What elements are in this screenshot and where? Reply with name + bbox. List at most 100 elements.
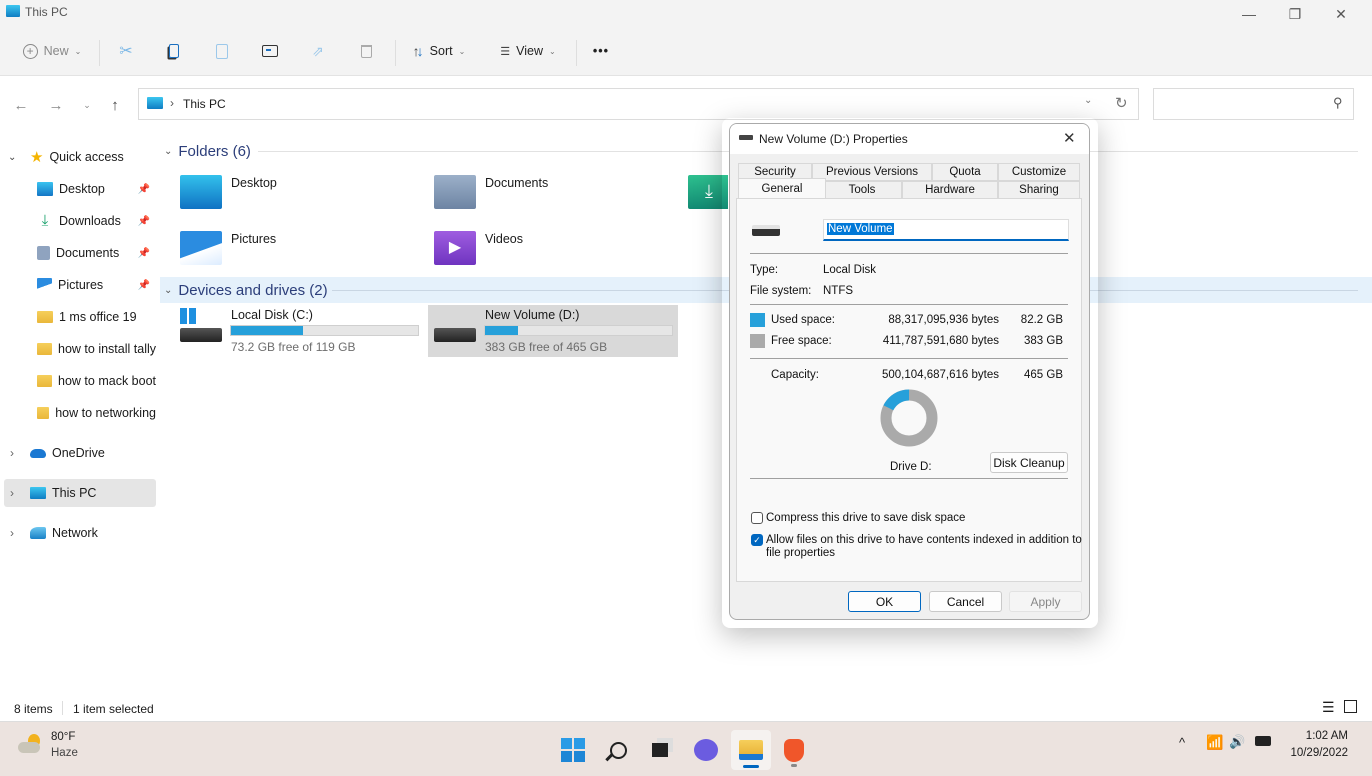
sidebar-item-label: how to networking: [55, 406, 156, 420]
volume-icon[interactable]: 🔊: [1229, 734, 1245, 750]
sidebar-item-this-pc[interactable]: › This PC: [4, 479, 156, 507]
copy-button[interactable]: [160, 36, 188, 66]
compress-drive-label[interactable]: Compress this drive to save disk space: [766, 512, 965, 524]
folder-tile-desktop[interactable]: Desktop: [160, 172, 410, 224]
dialog-title-bar[interactable]: New Volume (D:) Properties ✕: [730, 124, 1089, 154]
dialog-title: New Volume (D:) Properties: [759, 132, 908, 146]
weather-widget[interactable]: [18, 732, 44, 754]
sidebar-item-desktop[interactable]: Desktop 📌: [0, 175, 156, 203]
recent-locations-button[interactable]: ⌄: [76, 94, 98, 116]
sidebar-item-recent-folder[interactable]: how to install tally: [0, 335, 156, 363]
drive-icon: [739, 135, 753, 140]
maximize-button[interactable]: ❐: [1272, 0, 1318, 28]
up-button[interactable]: ↑: [104, 94, 126, 116]
weather-temperature[interactable]: 80°F: [51, 731, 75, 743]
this-pc-icon: [6, 5, 20, 17]
sidebar-item-onedrive[interactable]: › OneDrive: [0, 439, 156, 467]
tab-hardware[interactable]: Hardware: [902, 181, 998, 199]
refresh-icon[interactable]: ↻: [1115, 94, 1128, 112]
folder-tile-downloads[interactable]: ⤓: [668, 172, 728, 224]
weather-description[interactable]: Haze: [51, 747, 78, 759]
sidebar-item-downloads[interactable]: ⤓ Downloads 📌: [0, 207, 156, 235]
clock-date[interactable]: 10/29/2022: [1280, 747, 1348, 759]
apply-button[interactable]: Apply: [1009, 591, 1082, 612]
this-pc-icon: [147, 97, 163, 109]
paste-button[interactable]: [208, 36, 236, 66]
running-app-indicator: [791, 764, 797, 767]
folder-tile-documents[interactable]: Documents: [414, 172, 664, 224]
folder-tile-pictures[interactable]: Pictures: [160, 228, 410, 280]
dialog-close-button[interactable]: ✕: [1063, 129, 1076, 147]
used-space-bytes: 88,317,095,936 bytes: [888, 314, 999, 326]
allow-indexing-label[interactable]: Allow files on this drive to have conten…: [766, 534, 1082, 546]
tab-quota[interactable]: Quota: [932, 163, 998, 181]
more-options-button[interactable]: •••: [586, 36, 616, 66]
start-button[interactable]: [553, 730, 593, 770]
new-button[interactable]: + New ⌄: [18, 36, 86, 66]
free-space-gb: 383 GB: [1024, 335, 1063, 347]
folder-icon: [37, 375, 53, 387]
window-title: This PC: [25, 5, 68, 19]
used-space-gb: 82.2 GB: [1020, 314, 1063, 326]
onedrive-cloud-icon: [30, 448, 46, 458]
sort-button[interactable]: ↑↓ Sort ⌄: [406, 36, 472, 66]
drive-tile-c[interactable]: Local Disk (C:) 73.2 GB free of 119 GB: [174, 306, 424, 358]
file-explorer-button[interactable]: [731, 730, 771, 770]
folder-tile-videos[interactable]: ▶ Videos: [414, 228, 664, 280]
sidebar-item-pictures[interactable]: Pictures 📌: [0, 271, 156, 299]
task-view-button[interactable]: [640, 730, 680, 770]
chat-button[interactable]: [686, 730, 726, 770]
close-button[interactable]: ✕: [1318, 0, 1364, 28]
minimize-button[interactable]: —: [1226, 0, 1272, 28]
tab-tools[interactable]: Tools: [822, 181, 902, 199]
brave-browser-button[interactable]: [774, 730, 814, 770]
sidebar-item-documents[interactable]: Documents 📌: [0, 239, 156, 267]
allow-indexing-label-continued[interactable]: file properties: [766, 547, 835, 559]
tab-customize[interactable]: Customize: [998, 163, 1080, 181]
separator: [62, 701, 63, 715]
search-input[interactable]: ⚲: [1153, 88, 1354, 120]
view-button[interactable]: ☰ View ⌄: [492, 36, 564, 66]
delete-icon: [360, 44, 372, 58]
cut-button[interactable]: ✂: [112, 36, 140, 66]
address-bar[interactable]: › This PC ⌄ ↻: [138, 88, 1139, 120]
sidebar-item-recent-folder[interactable]: how to networking: [0, 399, 156, 427]
back-button[interactable]: ←: [10, 94, 32, 116]
tiles-view-icon[interactable]: [1344, 700, 1357, 713]
battery-charging-icon[interactable]: [1255, 736, 1271, 746]
view-icon: ☰: [500, 45, 511, 58]
cancel-button[interactable]: Cancel: [929, 591, 1002, 612]
tab-sharing[interactable]: Sharing: [998, 181, 1080, 199]
drives-group-title: Devices and drives (2): [178, 281, 328, 299]
drive-tile-d[interactable]: New Volume (D:) 383 GB free of 465 GB: [428, 305, 678, 357]
sidebar-item-recent-folder[interactable]: how to mack boot: [0, 367, 156, 395]
clock-time[interactable]: 1:02 AM: [1290, 730, 1348, 742]
breadcrumb-this-pc[interactable]: This PC: [183, 97, 226, 111]
tray-overflow-chevron-icon[interactable]: ^: [1179, 735, 1185, 750]
divider: [750, 253, 1068, 254]
sidebar-item-quick-access[interactable]: ⌄ ★ Quick access: [0, 143, 156, 171]
folder-label: Pictures: [231, 232, 277, 246]
volume-name-input[interactable]: New Volume: [823, 219, 1069, 241]
folders-group-header[interactable]: ⌄ Folders (6): [164, 138, 251, 164]
delete-button[interactable]: [352, 36, 380, 66]
allow-indexing-checkbox[interactable]: ✓: [751, 534, 763, 546]
rename-button[interactable]: [256, 36, 284, 66]
details-view-icon[interactable]: ☰: [1322, 699, 1335, 716]
forward-button[interactable]: →: [45, 94, 67, 116]
wifi-icon[interactable]: 📶: [1206, 734, 1223, 751]
share-button[interactable]: ⇗: [304, 36, 332, 66]
sidebar-item-label: This PC: [52, 486, 97, 500]
sidebar-item-network[interactable]: › Network: [0, 519, 156, 547]
ok-button[interactable]: OK: [848, 591, 921, 612]
address-dropdown-chevron-icon[interactable]: ⌄: [1084, 95, 1092, 106]
search-button[interactable]: [598, 730, 638, 770]
drives-group-header[interactable]: ⌄ Devices and drives (2): [164, 277, 328, 303]
sidebar-item-recent-folder[interactable]: 1 ms office 19: [0, 303, 156, 331]
tab-previous-versions[interactable]: Previous Versions: [812, 163, 932, 181]
separator: [99, 40, 100, 66]
compress-drive-checkbox[interactable]: [751, 512, 763, 524]
disk-cleanup-button[interactable]: Disk Cleanup: [990, 452, 1068, 473]
breadcrumb-separator: ›: [170, 96, 174, 110]
tab-general[interactable]: General: [738, 178, 826, 198]
